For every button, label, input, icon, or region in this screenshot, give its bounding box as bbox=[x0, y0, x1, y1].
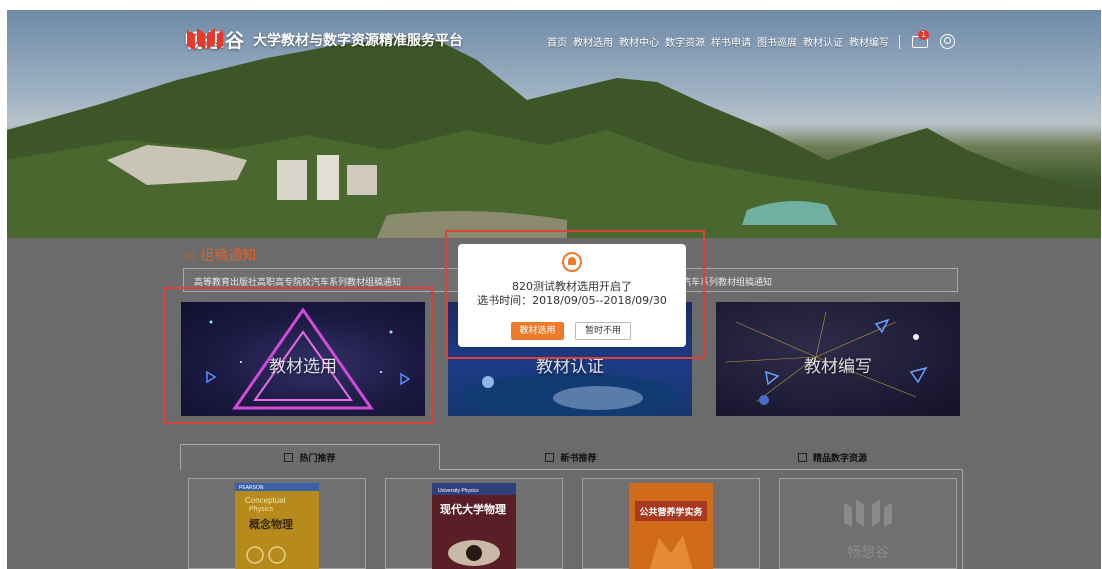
brand[interactable]: 畅想谷 大学教材与数字资源精准服务平台 bbox=[185, 26, 463, 53]
book-card[interactable]: 畅想谷 bbox=[779, 478, 957, 569]
book-cover-conceptual-physics: PEARSON Conceptual Physics 概念物理 bbox=[235, 483, 319, 569]
speaker-icon: ◁ bbox=[185, 248, 195, 262]
tab-icon bbox=[284, 453, 294, 462]
book-card[interactable]: PEARSON Conceptual Physics 概念物理 bbox=[188, 478, 366, 569]
tab-icon bbox=[545, 452, 555, 462]
book-en-title-2: Physics bbox=[249, 506, 274, 513]
recommend-tabs: 热门推荐 新书推荐 精品数字资源 bbox=[180, 444, 963, 470]
mail-icon[interactable]: 1 bbox=[912, 29, 930, 48]
placeholder-logo-icon bbox=[844, 499, 892, 527]
book-card[interactable]: 公共营养学实务 bbox=[582, 478, 760, 569]
book-cn-title: 现代大学物理 bbox=[440, 502, 506, 516]
book-cn-title: 概念物理 bbox=[249, 517, 293, 531]
nav-book-exhibition[interactable]: 图书巡展 bbox=[757, 34, 797, 49]
book-cover-public-nutrition: 公共营养学实务 bbox=[629, 483, 713, 569]
tab-new[interactable]: 新书推荐 bbox=[440, 444, 702, 470]
book-card[interactable]: University Physics 现代大学物理 bbox=[385, 478, 563, 569]
tabs-divider bbox=[440, 469, 963, 470]
nav-textbook-certification[interactable]: 教材认证 bbox=[803, 34, 843, 49]
nav-digital-resources[interactable]: 数字资源 bbox=[665, 34, 705, 49]
tile-label: 教材编写 bbox=[804, 357, 872, 377]
tab-label: 新书推荐 bbox=[560, 453, 597, 464]
nav-home[interactable]: 首页 bbox=[547, 34, 567, 49]
notice-heading: ◁ 组稿通知 bbox=[185, 245, 256, 265]
panel-border bbox=[962, 469, 963, 569]
nav-sample-request[interactable]: 样书申请 bbox=[711, 34, 751, 49]
book-publisher: PEARSON bbox=[239, 485, 264, 491]
tab-icon bbox=[797, 452, 807, 462]
nav-textbook-selection[interactable]: 教材选用 bbox=[573, 34, 613, 49]
tab-label: 热门推荐 bbox=[299, 454, 336, 464]
brand-subtitle: 大学教材与数字资源精准服务平台 bbox=[253, 32, 464, 49]
nav-textbook-writing[interactable]: 教材编写 bbox=[849, 34, 889, 49]
nav-divider bbox=[899, 34, 900, 49]
placeholder-wordmark: 畅想谷 bbox=[847, 545, 889, 561]
tab-hot[interactable]: 热门推荐 bbox=[180, 444, 440, 470]
tab-digital[interactable]: 精品数字资源 bbox=[702, 444, 963, 470]
book-en-title-1: Conceptual bbox=[245, 496, 286, 505]
book-cn-title: 公共营养学实务 bbox=[639, 506, 703, 518]
notice-title: 组稿通知 bbox=[200, 248, 257, 264]
mail-badge: 1 bbox=[918, 29, 930, 40]
book-en-title: University Physics bbox=[438, 488, 479, 494]
highlight-box bbox=[445, 230, 705, 359]
hero-banner: 畅想谷 大学教材与数字资源精准服务平台 首页 教材选用 教材中心 数字资源 样书… bbox=[7, 10, 1101, 238]
top-nav: 首页 教材选用 教材中心 数字资源 样书申请 图书巡展 教材认证 教材编写 1 bbox=[547, 29, 955, 49]
book-cover-placeholder: 畅想谷 bbox=[844, 499, 892, 561]
book-logo-icon bbox=[187, 28, 223, 50]
highlight-box bbox=[163, 287, 433, 424]
user-icon[interactable] bbox=[940, 34, 955, 49]
tab-label: 精品数字资源 bbox=[812, 453, 867, 464]
book-cover-modern-physics: University Physics 现代大学物理 bbox=[432, 483, 516, 569]
nav-textbook-center[interactable]: 教材中心 bbox=[619, 34, 659, 49]
tile-textbook-writing[interactable]: 教材编写 bbox=[716, 302, 960, 416]
